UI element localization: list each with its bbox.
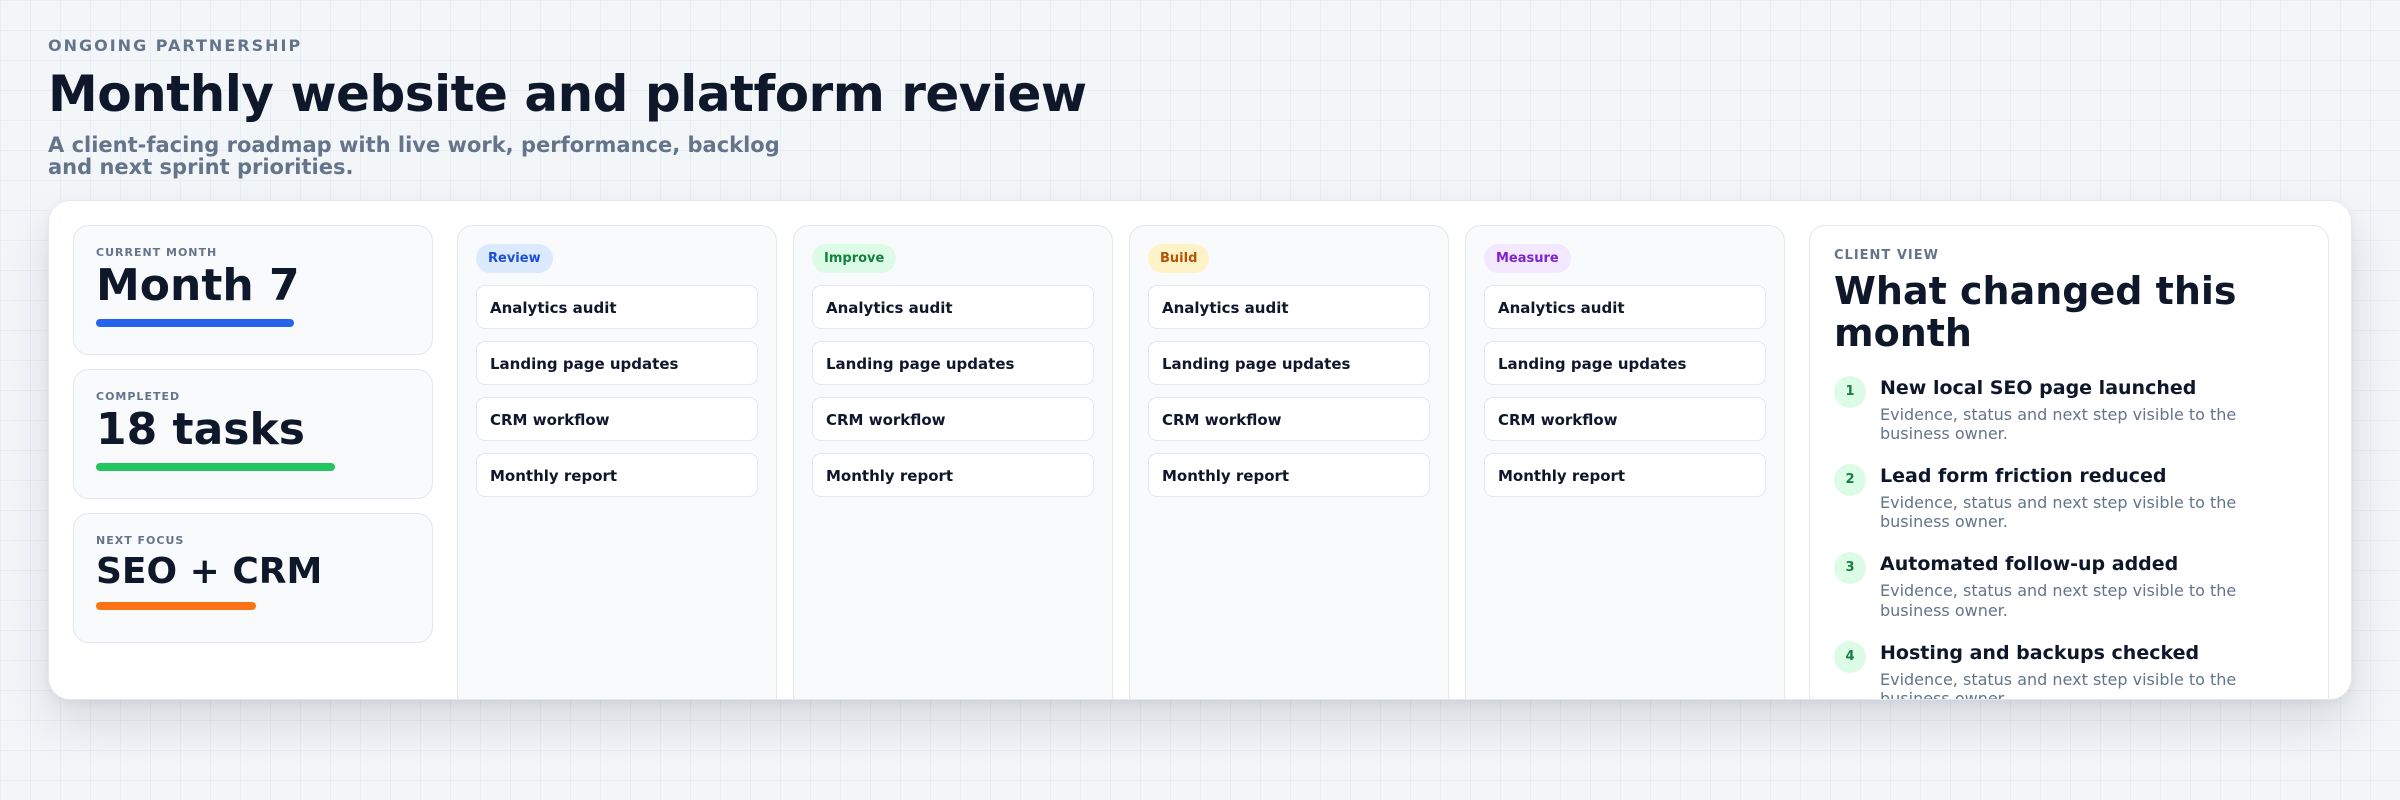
client-view-panel: CLIENT VIEW What changed this month 1 Ne…	[1809, 225, 2329, 700]
task-card[interactable]: CRM workflow	[476, 397, 758, 441]
task-card[interactable]: Analytics audit	[1148, 285, 1430, 329]
change-title: Hosting and backups checked	[1880, 641, 2200, 664]
task-card[interactable]: CRM workflow	[1484, 397, 1766, 441]
progress-bar	[96, 463, 335, 472]
task-card[interactable]: Analytics audit	[476, 285, 758, 329]
task-card[interactable]: Monthly report	[1484, 453, 1766, 497]
progress-bar	[96, 602, 257, 611]
column-measure: Measure Analytics audit Landing page upd…	[1465, 225, 1785, 699]
task-card[interactable]: Landing page updates	[476, 341, 758, 385]
change-title: Lead form friction reduced	[1880, 464, 2167, 487]
stat-value: 18 tasks	[96, 404, 305, 455]
task-card[interactable]: Landing page updates	[1148, 341, 1430, 385]
step-number-badge: 2	[1834, 463, 1866, 496]
change-title: New local SEO page launched	[1880, 376, 2197, 399]
stat-label: CURRENT MONTH	[96, 246, 218, 259]
change-item: 2 Lead form friction reduced Evidence, s…	[1834, 463, 2304, 532]
page-header: ONGOING PARTNERSHIP Monthly website and …	[48, 36, 1087, 178]
stat-card-completed: COMPLETED 18 tasks	[73, 369, 433, 499]
column-pill[interactable]: Review	[476, 244, 553, 273]
stat-card-next-focus: NEXT FOCUS SEO + CRM	[73, 513, 433, 643]
step-number-badge: 3	[1834, 552, 1866, 585]
task-card[interactable]: Analytics audit	[812, 285, 1094, 329]
change-item: 1 New local SEO page launched Evidence, …	[1834, 375, 2304, 443]
change-item: 4 Hosting and backups checked Evidence, …	[1834, 640, 2304, 700]
change-description: Evidence, status and next step visible t…	[1880, 492, 2237, 532]
page-subtitle: A client-facing roadmap with live work, …	[48, 133, 780, 180]
change-item: 3 Automated follow-up added Evidence, st…	[1834, 552, 2304, 620]
stat-value: SEO + CRM	[96, 551, 323, 592]
step-number-badge: 4	[1834, 640, 1866, 673]
task-card[interactable]: Analytics audit	[1484, 285, 1766, 329]
page-title: Monthly website and platform review	[48, 65, 1087, 123]
change-description: Evidence, status and next step visible t…	[1880, 669, 2237, 700]
stat-card-current-month: CURRENT MONTH Month 7	[73, 225, 433, 355]
stats-panel: CURRENT MONTH Month 7 COMPLETED 18 tasks…	[73, 225, 433, 657]
progress-bar	[96, 319, 294, 328]
column-build: Build Analytics audit Landing page updat…	[1129, 225, 1449, 699]
task-card[interactable]: Landing page updates	[1484, 341, 1766, 385]
change-description: Evidence, status and next step visible t…	[1880, 581, 2237, 620]
column-pill[interactable]: Improve	[812, 244, 897, 273]
change-title: Automated follow-up added	[1880, 553, 2179, 576]
task-card[interactable]: Landing page updates	[812, 341, 1094, 385]
task-card[interactable]: CRM workflow	[1148, 397, 1430, 441]
column-pill[interactable]: Build	[1148, 244, 1210, 273]
step-number-badge: 1	[1834, 375, 1866, 408]
stat-value: Month 7	[96, 260, 300, 311]
review-board: CURRENT MONTH Month 7 COMPLETED 18 tasks…	[48, 200, 2352, 700]
column-pill[interactable]: Measure	[1484, 244, 1571, 273]
stat-label: COMPLETED	[96, 390, 181, 403]
change-description: Evidence, status and next step visible t…	[1880, 404, 2237, 443]
task-card[interactable]: CRM workflow	[812, 397, 1094, 441]
eyebrow: ONGOING PARTNERSHIP	[48, 36, 303, 55]
column-improve: Improve Analytics audit Landing page upd…	[793, 225, 1113, 699]
client-view-label: CLIENT VIEW	[1834, 248, 1939, 263]
task-card[interactable]: Monthly report	[812, 453, 1094, 497]
task-card[interactable]: Monthly report	[476, 453, 758, 497]
stat-label: NEXT FOCUS	[96, 534, 185, 547]
client-view-title: What changed this month	[1834, 269, 2237, 355]
column-review: Review Analytics audit Landing page upda…	[457, 225, 777, 699]
task-card[interactable]: Monthly report	[1148, 453, 1430, 497]
